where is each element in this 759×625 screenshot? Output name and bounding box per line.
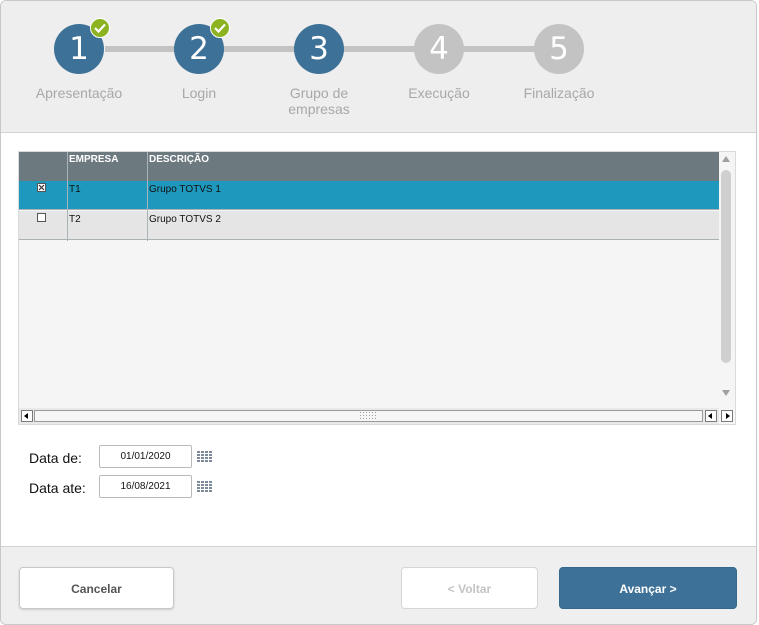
grid-header: EMPRESA DESCRIÇÃO [19, 152, 719, 181]
step-2-label: Login [181, 85, 217, 101]
cell-descricao: Grupo TOTVS 1 [149, 184, 221, 195]
step-connector [463, 46, 535, 52]
column-header-empresa[interactable]: EMPRESA [69, 154, 118, 165]
scroll-up-icon[interactable] [722, 156, 730, 162]
date-to-input[interactable]: 16/08/2021 [99, 475, 192, 498]
cancel-button[interactable]: Cancelar [19, 567, 174, 609]
date-from-label: Data de: [29, 450, 82, 466]
row-checkbox[interactable] [37, 213, 46, 222]
step-1-label: Apresentação [35, 85, 123, 101]
step-5: 5 [534, 24, 584, 74]
step-5-number: 5 [549, 31, 569, 67]
step-4: 4 [414, 24, 464, 74]
step-connector [223, 46, 295, 52]
calendar-grid-icon[interactable] [197, 481, 212, 494]
cell-empresa: T2 [69, 214, 81, 225]
checkmark-icon [90, 18, 110, 38]
column-divider [147, 152, 148, 241]
step-connector [343, 46, 415, 52]
step-connector [105, 46, 175, 52]
step-3: 3 [294, 24, 344, 74]
step-4-number: 4 [429, 31, 449, 67]
step-4-label: Execução [408, 85, 470, 101]
step-2: 2 [174, 18, 230, 74]
scroll-left-button[interactable] [21, 410, 33, 422]
arrow-right-icon [726, 413, 730, 419]
step-1: 1 [54, 18, 110, 74]
table-row[interactable]: T2 Grupo TOTVS 2 [19, 211, 719, 240]
step-2-number: 2 [189, 31, 209, 67]
vertical-scroll-thumb[interactable] [721, 170, 731, 363]
cell-descricao: Grupo TOTVS 2 [149, 214, 221, 225]
scroll-right-button[interactable] [721, 410, 733, 422]
row-checkbox[interactable] [37, 183, 46, 192]
scroll-down-icon[interactable] [722, 390, 730, 396]
stepper-header: 1 2 3 4 5 Apresentação Login Grupo de em… [1, 1, 756, 133]
step-3-label: Grupo de empresas [288, 85, 350, 117]
date-to-label: Data ate: [29, 480, 86, 496]
column-divider [67, 152, 68, 241]
scroll-left-button-end[interactable] [705, 410, 717, 422]
arrow-left-icon [708, 413, 712, 419]
wizard-footer: Cancelar < Voltar Avançar > [1, 546, 756, 624]
cell-empresa: T1 [69, 184, 81, 195]
calendar-grid-icon[interactable] [197, 451, 212, 464]
grip-icon [360, 412, 376, 419]
table-row[interactable]: T1 Grupo TOTVS 1 [19, 181, 719, 210]
column-header-descricao[interactable]: DESCRIÇÃO [149, 154, 209, 165]
checkmark-icon [210, 18, 230, 38]
back-button[interactable]: < Voltar [401, 567, 538, 609]
next-button[interactable]: Avançar > [559, 567, 737, 609]
arrow-left-icon [24, 413, 28, 419]
step-1-number: 1 [69, 31, 89, 67]
step-5-label: Finalização [523, 85, 595, 101]
wizard-window: 1 2 3 4 5 Apresentação Login Grupo de em… [0, 0, 757, 625]
step-3-number: 3 [309, 31, 329, 67]
date-from-input[interactable]: 01/01/2020 [99, 445, 192, 468]
company-grid: EMPRESA DESCRIÇÃO T1 Grupo TOTVS 1 T2 Gr… [18, 151, 736, 425]
